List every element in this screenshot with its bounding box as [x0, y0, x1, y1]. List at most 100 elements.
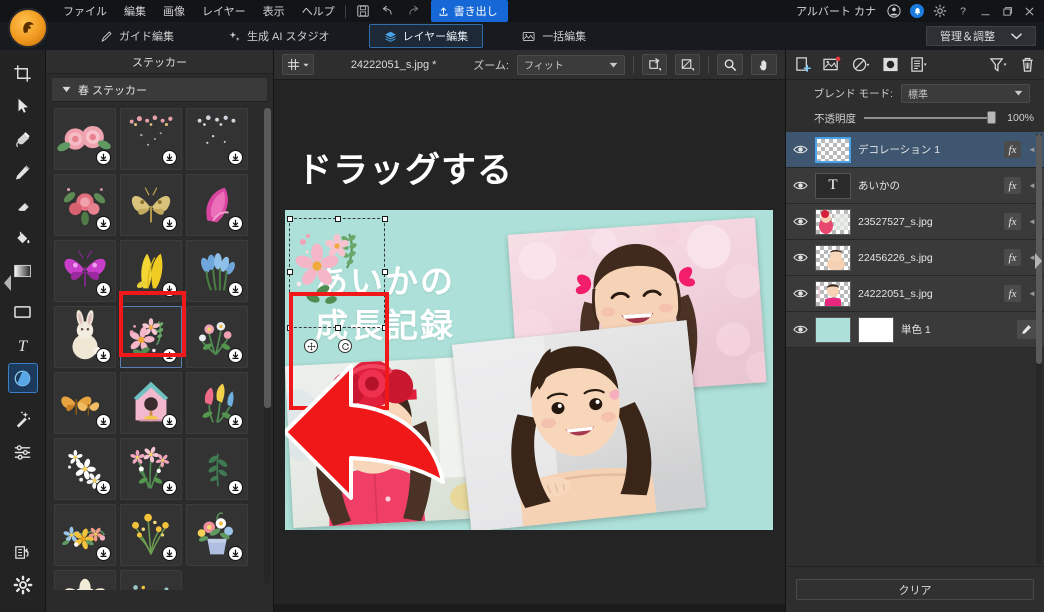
- grid-toggle-button[interactable]: [282, 54, 314, 75]
- menu-layer[interactable]: レイヤー: [202, 3, 246, 19]
- layer-scrollbar-thumb[interactable]: [1036, 134, 1042, 364]
- sticker-download-icon[interactable]: [162, 480, 177, 495]
- sticker-item-petal-scatter-top[interactable]: [120, 108, 182, 170]
- artboard[interactable]: あいかの 成長記録: [285, 210, 773, 530]
- settings-gear-icon[interactable]: [933, 4, 947, 18]
- restore-window-button[interactable]: [1001, 5, 1014, 18]
- sticker-item-magenta-petal[interactable]: [186, 174, 248, 236]
- layer-expand-caret[interactable]: ◄: [1028, 289, 1036, 298]
- sticker-download-icon[interactable]: [162, 216, 177, 231]
- handle-top-center[interactable]: [335, 216, 341, 222]
- menu-view[interactable]: 表示: [263, 3, 285, 19]
- layer-visibility-toggle[interactable]: [792, 250, 808, 266]
- layer-fx-button[interactable]: fx: [1004, 213, 1021, 230]
- opacity-slider[interactable]: [864, 117, 992, 119]
- zoom-select[interactable]: フィット: [517, 55, 625, 75]
- help-question-icon[interactable]: ?: [956, 4, 970, 18]
- handle-bottom-right[interactable]: [382, 325, 388, 331]
- add-layer-icon[interactable]: [794, 56, 812, 74]
- menu-edit[interactable]: 編集: [124, 3, 146, 19]
- layer-fx-button[interactable]: fx: [1004, 249, 1021, 266]
- tab-guide-edit[interactable]: ガイド編集: [85, 24, 189, 48]
- menu-image[interactable]: 画像: [163, 3, 185, 19]
- sticker-item-small-bouquet[interactable]: [186, 306, 248, 368]
- blend-mode-select[interactable]: 標準: [901, 84, 1030, 103]
- adjustment-layer-icon[interactable]: [852, 56, 870, 74]
- layer-mask-icon[interactable]: [881, 56, 899, 74]
- rotate-button[interactable]: [642, 54, 667, 75]
- sticker-download-icon[interactable]: [162, 546, 177, 561]
- sticker-download-icon[interactable]: [162, 414, 177, 429]
- layer-row-2[interactable]: 23527527_s.jpgfx ◄: [786, 204, 1044, 240]
- right-panel-collapse-button[interactable]: [1032, 250, 1044, 272]
- sticker-download-icon[interactable]: [228, 480, 243, 495]
- sticker-item-purple-butterfly[interactable]: [54, 240, 116, 302]
- layer-visibility-toggle[interactable]: [792, 286, 808, 302]
- sticker-download-icon[interactable]: [96, 282, 111, 297]
- sticker-category-header[interactable]: 春 ステッカー: [52, 78, 267, 102]
- handle-bottom-center[interactable]: [335, 325, 341, 331]
- sticker-download-icon[interactable]: [96, 348, 111, 363]
- redo-icon[interactable]: [406, 4, 420, 18]
- sticker-item-rose-bouquet-fall[interactable]: [54, 174, 116, 236]
- delete-layer-icon[interactable]: [1018, 56, 1036, 74]
- sticker-item-pink-wildflowers[interactable]: [120, 438, 182, 500]
- layer-expand-caret[interactable]: ◄: [1028, 181, 1036, 190]
- sticker-item-orange-butterflies[interactable]: [54, 372, 116, 434]
- text-layer-icon[interactable]: [910, 56, 928, 74]
- minimize-window-button[interactable]: [979, 5, 992, 18]
- layer-expand-caret[interactable]: ◄: [1028, 145, 1036, 154]
- account-icon[interactable]: [887, 4, 901, 18]
- sticker-item-pink-roses-pair[interactable]: [54, 108, 116, 170]
- handle-bottom-left[interactable]: [287, 325, 293, 331]
- menu-help[interactable]: ヘルプ: [302, 3, 335, 19]
- move-handle[interactable]: [304, 339, 318, 353]
- hand-tool-button[interactable]: [751, 54, 777, 75]
- sticker-download-icon[interactable]: [96, 480, 111, 495]
- handle-top-left[interactable]: [287, 216, 293, 222]
- eraser-tool[interactable]: [8, 190, 38, 220]
- sticker-item-yellow-flower-line[interactable]: [54, 504, 116, 566]
- sticker-tool[interactable]: [8, 363, 38, 393]
- layer-fx-button[interactable]: fx: [1004, 177, 1021, 194]
- sticker-item-pink-daisy-sprig[interactable]: [120, 306, 182, 368]
- sticker-item-cream-flower[interactable]: [54, 570, 116, 590]
- layer-row-3[interactable]: 22456226_s.jpgfx ◄: [786, 240, 1044, 276]
- sticker-item-yellow-tulips[interactable]: [120, 240, 182, 302]
- text-tool[interactable]: T: [8, 330, 38, 360]
- notification-icon[interactable]: [910, 4, 924, 18]
- handle-top-right[interactable]: [382, 216, 388, 222]
- add-image-icon[interactable]: [823, 56, 841, 74]
- layer-row-0[interactable]: デコレーション 1fx ◄: [786, 132, 1044, 168]
- pencil-tool[interactable]: [8, 157, 38, 187]
- export-layers-tool[interactable]: [8, 537, 38, 567]
- sticker-item-blue-crocus[interactable]: [186, 240, 248, 302]
- sticker-download-icon[interactable]: [96, 546, 111, 561]
- sticker-item-tulip-trio[interactable]: [186, 372, 248, 434]
- tab-ai-studio[interactable]: 生成 AI スタジオ: [213, 24, 345, 48]
- filter-icon[interactable]: [989, 56, 1007, 74]
- photo-girl-resting[interactable]: [452, 320, 706, 530]
- brush-tool[interactable]: [8, 124, 38, 154]
- export-button[interactable]: 書き出し: [431, 0, 508, 22]
- save-icon[interactable]: [356, 4, 370, 18]
- handle-middle-left[interactable]: [287, 269, 293, 275]
- sticker-download-icon[interactable]: [228, 150, 243, 165]
- layer-row-1[interactable]: Tあいかのfx ◄: [786, 168, 1044, 204]
- sticker-item-flower-vase[interactable]: [186, 504, 248, 566]
- settings-gear-tool[interactable]: [8, 570, 38, 600]
- sticker-download-icon[interactable]: [162, 348, 177, 363]
- sticker-download-icon[interactable]: [96, 414, 111, 429]
- menu-file[interactable]: ファイル: [63, 3, 107, 19]
- sticker-item-hello-spring-text[interactable]: hello SPRING: [120, 570, 182, 590]
- handle-middle-right[interactable]: [382, 269, 388, 275]
- layer-visibility-toggle[interactable]: [792, 322, 808, 338]
- sticker-item-petal-scatter-light[interactable]: [186, 108, 248, 170]
- layer-fx-button[interactable]: fx: [1004, 285, 1021, 302]
- layer-fx-button[interactable]: fx: [1004, 141, 1021, 158]
- tab-batch-edit[interactable]: 一括編集: [507, 24, 601, 48]
- layer-expand-caret[interactable]: ◄: [1028, 217, 1036, 226]
- sticker-item-green-sprout[interactable]: [186, 438, 248, 500]
- sticker-item-gold-butterfly[interactable]: [120, 174, 182, 236]
- sticker-item-birdhouse[interactable]: [120, 372, 182, 434]
